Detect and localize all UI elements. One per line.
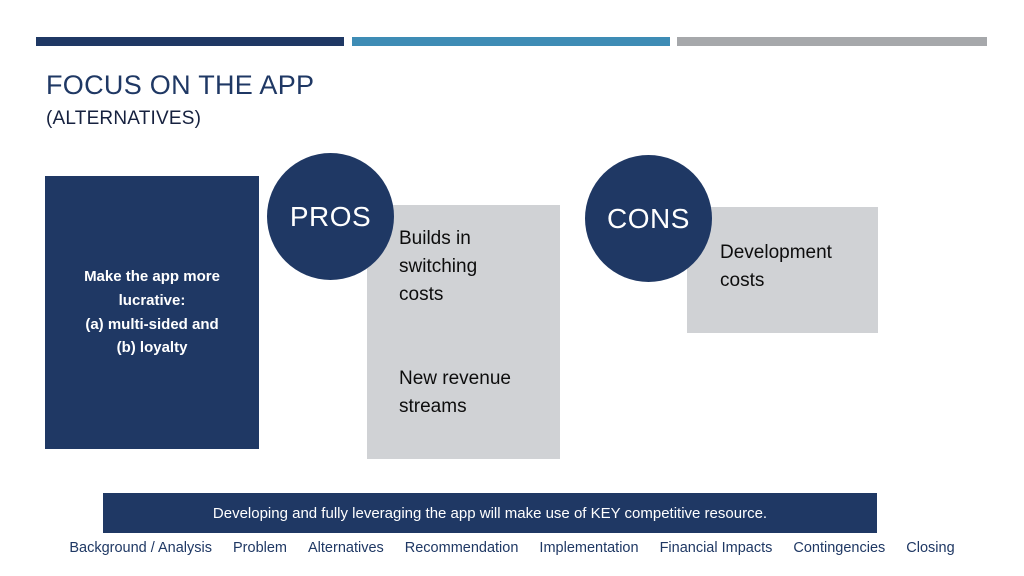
top-rule-gray-segment [677, 37, 987, 46]
takeaway-banner-text: Developing and fully leveraging the app … [212, 504, 768, 522]
top-rule-blue-segment [352, 37, 670, 46]
nav-item-financial-impacts[interactable]: Financial Impacts [660, 540, 773, 556]
slide-subtitle: (ALTERNATIVES) [46, 108, 202, 129]
nav-item-alternatives[interactable]: Alternatives [308, 540, 384, 556]
cons-item-1: Development costs [720, 242, 832, 292]
slide-canvas: FOCUS ON THE APP (ALTERNATIVES) Make the… [0, 0, 1024, 576]
pros-panel: Builds in switching costs New revenue st… [367, 205, 560, 459]
top-rule-navy-segment [36, 37, 344, 46]
bottom-navigation: Background / Analysis Problem Alternativ… [0, 540, 1024, 556]
slide-title: FOCUS ON THE APP [46, 70, 315, 100]
pros-circle: PROS [267, 153, 394, 280]
nav-item-problem[interactable]: Problem [233, 540, 287, 556]
nav-item-background-analysis[interactable]: Background / Analysis [69, 540, 212, 556]
cons-circle: CONS [585, 155, 712, 282]
nav-item-contingencies[interactable]: Contingencies [793, 540, 885, 556]
cons-circle-label: CONS [607, 202, 690, 234]
nav-item-recommendation[interactable]: Recommendation [405, 540, 519, 556]
pros-item-2: New revenue streams [399, 368, 511, 418]
alternative-box-text: Make the app more lucrative: (a) multi-s… [84, 268, 220, 357]
pros-circle-label: PROS [289, 200, 372, 232]
pros-item-1: Builds in switching costs [399, 228, 478, 306]
cons-panel: Development costs [687, 207, 878, 333]
alternative-box: Make the app more lucrative: (a) multi-s… [45, 176, 259, 449]
nav-item-closing[interactable]: Closing [906, 540, 954, 556]
takeaway-banner: Developing and fully leveraging the app … [103, 493, 877, 533]
nav-item-implementation[interactable]: Implementation [539, 540, 638, 556]
